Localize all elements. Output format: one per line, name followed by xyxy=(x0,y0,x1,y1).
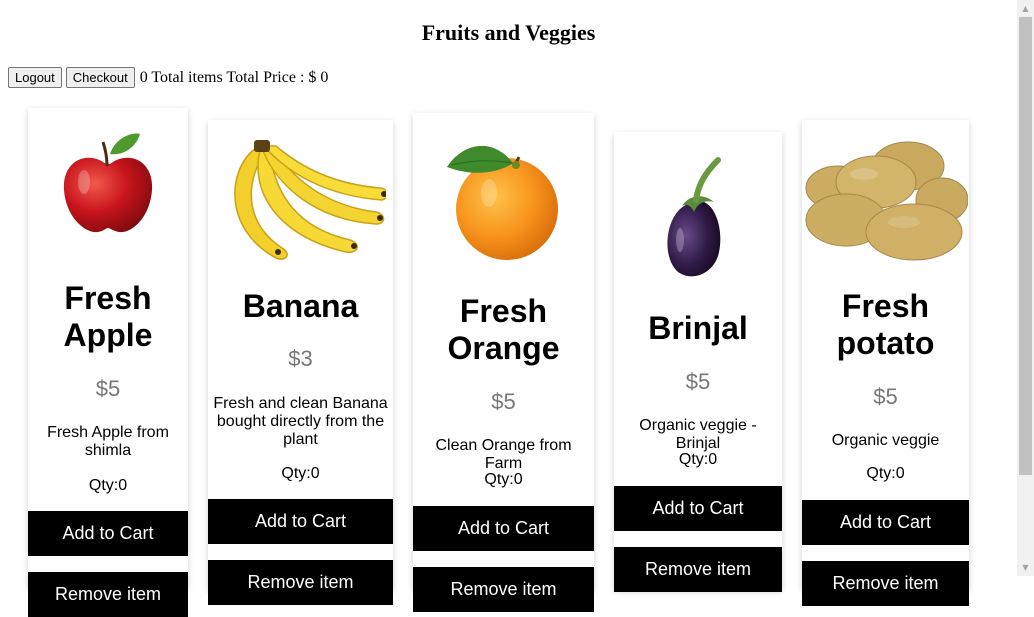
product-card-orange: Fresh Orange $5 Clean Orange from Farm Q… xyxy=(413,113,594,612)
banana-image xyxy=(216,140,388,262)
apple-image xyxy=(58,130,158,242)
vertical-scrollbar[interactable]: ▲ ▼ xyxy=(1017,0,1034,576)
add-to-cart-button[interactable]: Add to Cart xyxy=(802,500,969,545)
product-quantity: Qty:0 xyxy=(866,465,905,482)
product-price: $5 xyxy=(95,376,121,401)
product-name: Fresh Apple xyxy=(63,280,153,353)
remove-item-button[interactable]: Remove item xyxy=(208,560,393,605)
cart-summary: 0 Total items Total Price : $ 0 xyxy=(139,68,329,86)
page-title: Fruits and Veggies xyxy=(421,20,596,45)
product-description: Clean Orange from Farm xyxy=(435,437,572,472)
remove-item-button[interactable]: Remove item xyxy=(413,567,594,612)
brinjal-image xyxy=(658,156,738,280)
checkout-button[interactable]: Checkout xyxy=(65,67,135,88)
product-card-potato: Fresh potato $5 Organic veggie Qty:0 Add… xyxy=(802,120,969,606)
scroll-thumb[interactable] xyxy=(1019,17,1032,475)
remove-item-button[interactable]: Remove item xyxy=(28,572,188,617)
product-name: Fresh potato xyxy=(836,288,935,361)
product-description: Organic veggie xyxy=(831,432,940,449)
product-quantity: Qty:0 xyxy=(484,471,523,488)
toolbar: Logout Checkout 0 Total items Total Pric… xyxy=(8,67,328,88)
scroll-down-arrow-icon[interactable]: ▼ xyxy=(1017,559,1034,576)
product-card-banana: Banana $3 Fresh and clean Banana bought … xyxy=(208,120,393,605)
product-card-brinjal: Brinjal $5 Organic veggie - Brinjal Qty:… xyxy=(614,132,782,592)
product-price: $5 xyxy=(873,384,898,409)
product-description: Fresh Apple from shimla xyxy=(47,424,169,459)
add-to-cart-button[interactable]: Add to Cart xyxy=(28,511,188,556)
orange-image xyxy=(443,137,563,267)
add-to-cart-button[interactable]: Add to Cart xyxy=(208,499,393,544)
potato-image xyxy=(804,138,969,262)
product-description: Fresh and clean Banana bought directly f… xyxy=(213,395,388,448)
add-to-cart-button[interactable]: Add to Cart xyxy=(614,486,782,531)
product-description: Organic veggie - Brinjal xyxy=(639,417,757,452)
remove-item-button[interactable]: Remove item xyxy=(614,547,782,592)
product-quantity: Qty:0 xyxy=(88,477,128,494)
product-quantity: Qty:0 xyxy=(678,451,718,468)
product-price: $5 xyxy=(491,389,516,414)
scroll-up-arrow-icon[interactable]: ▲ xyxy=(1017,0,1034,17)
product-quantity: Qty:0 xyxy=(281,465,320,482)
add-to-cart-button[interactable]: Add to Cart xyxy=(413,506,594,551)
product-name: Banana xyxy=(242,288,359,324)
logout-button[interactable]: Logout xyxy=(8,67,62,88)
product-price: $3 xyxy=(288,346,313,371)
remove-item-button[interactable]: Remove item xyxy=(802,561,969,606)
product-name: Brinjal xyxy=(648,310,748,346)
product-card-apple: Fresh Apple $5 Fresh Apple from shimla Q… xyxy=(28,108,188,617)
product-price: $5 xyxy=(685,369,711,394)
product-name: Fresh Orange xyxy=(447,293,560,366)
